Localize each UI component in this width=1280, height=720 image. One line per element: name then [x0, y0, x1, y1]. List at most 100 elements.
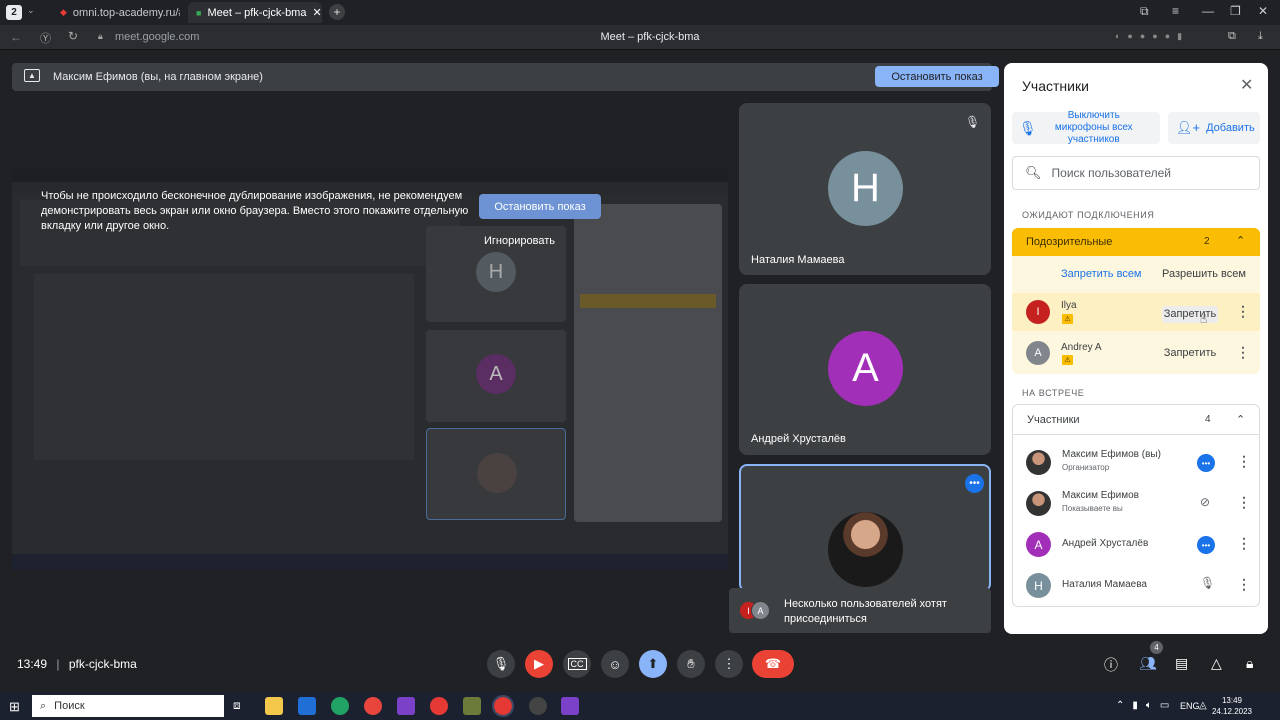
more-icon[interactable]: ⋮ [1237, 535, 1251, 552]
present-button[interactable]: ⬆︎ [639, 650, 667, 678]
deny-all-button[interactable]: Запретить всем [1061, 268, 1142, 280]
collections-icon[interactable]: ⧉ [1140, 4, 1149, 19]
avatar: Н [828, 151, 903, 226]
file-explorer-icon[interactable] [265, 697, 283, 715]
ignore-button[interactable]: Игнорировать [484, 235, 555, 247]
windows-start-icon[interactable]: ⊞ [9, 699, 20, 715]
leave-call-button[interactable]: ☎︎ [752, 650, 794, 678]
tab-omni[interactable]: ◆ omni.top-academy.ru/#/pr [52, 2, 188, 23]
more-options-icon[interactable]: ••• [965, 474, 984, 493]
captions-icon: CC [567, 658, 587, 670]
restore-icon[interactable]: ❐ [1230, 4, 1241, 18]
chevron-down-icon[interactable]: ⌄ [27, 5, 35, 16]
avatar: А [1026, 532, 1051, 557]
waiting-row: A Andrey A ⚠ Запретить ⋮ [1012, 334, 1260, 372]
search-icon: 🔍︎ [1025, 165, 1042, 180]
deny-button[interactable]: Запретить [1162, 306, 1218, 323]
tab-meet[interactable]: ■ Meet – pfk-cjck-bma ✕ [188, 2, 322, 23]
tray-icons[interactable]: ⌃▮🔈︎▭ [1116, 700, 1177, 711]
presentation-banner: ▲ Максим Ефимов (вы, на главном экране) … [12, 63, 999, 91]
chevron-up-icon[interactable]: ⌃ [1236, 234, 1245, 247]
mic-button[interactable]: 🎙︎ [487, 650, 515, 678]
activities-icon[interactable]: △ [1211, 655, 1222, 672]
deny-button[interactable]: Запретить [1162, 347, 1218, 359]
search-placeholder: Поиск пользователей [1051, 166, 1171, 180]
yandex-browser-icon[interactable] [430, 697, 448, 715]
warning-icon: ⚠ [1062, 314, 1073, 324]
meeting-code: pfk-cjck-bma [68, 657, 137, 671]
taskbar-clock[interactable]: 13:49 24.12.2023 [1202, 695, 1262, 717]
mute-all-label: Выключить микрофоны всех участников [1054, 110, 1133, 145]
search-input[interactable]: 🔍︎ Поиск пользователей [1012, 156, 1260, 190]
more-icon[interactable]: ⋮ [1237, 576, 1251, 593]
minimize-icon[interactable]: — [1202, 4, 1214, 18]
mic-off-icon: 🎙︎ [1200, 576, 1216, 590]
participants-header[interactable]: Участники 4 ⌃ [1013, 405, 1259, 435]
language-indicator[interactable]: ENG [1180, 701, 1200, 711]
emoji-icon: ☺ [608, 656, 622, 672]
join-request-toast[interactable]: I A Несколько пользователей хотят присое… [729, 588, 991, 633]
more-options-button[interactable]: ⋮ [715, 650, 743, 678]
menu-icon[interactable]: ≡ [1172, 4, 1179, 18]
meet-icon: ■ [196, 7, 202, 18]
download-icon[interactable]: ⤓ [1258, 30, 1263, 43]
add-people-button[interactable]: 👤︎+ Добавить [1168, 112, 1260, 144]
new-tab-icon[interactable]: + [329, 4, 345, 20]
edge-icon[interactable] [331, 697, 349, 715]
participant-tile[interactable]: А Андрей Хрусталёв [739, 284, 991, 455]
people-icon[interactable]: 👥︎ [1139, 655, 1157, 672]
emoji-button[interactable]: ☺ [601, 650, 629, 678]
captions-button[interactable]: CC [563, 650, 591, 678]
participant-name: Андрей Хрусталёв [1062, 538, 1149, 549]
task-view-icon[interactable]: ⧈ [233, 698, 241, 713]
tile-name: Наталия Мамаева [751, 254, 845, 266]
panel-title: Участники [1022, 78, 1089, 94]
close-tab-icon[interactable]: ✕ [312, 6, 321, 19]
camera-off-icon: ▶︎ [534, 656, 544, 671]
mic-off-icon: 🎙︎ [965, 115, 981, 129]
visual-studio-icon[interactable] [397, 697, 415, 715]
participant-row: Максим Ефимов Показываете вы ⊘ ⋮ [1013, 483, 1259, 523]
close-window-icon[interactable]: ✕ [1258, 4, 1268, 18]
camera-off-button[interactable]: ▶︎ [525, 650, 553, 678]
chat-icon[interactable]: ▤ [1175, 655, 1188, 672]
stop-presenting-button[interactable]: Остановить показ [875, 66, 999, 87]
cursor-icon: ☝︎ [1200, 312, 1208, 326]
speaking-indicator-icon: ••• [1197, 536, 1215, 554]
avatar-initial: Н [851, 166, 880, 210]
mic-off-icon: 🎙︎ [1019, 119, 1037, 136]
waiting-row: I Ilya ⚠ Запретить ☝︎ ⋮ [1012, 293, 1260, 331]
browser-tab-bar: 2 ⌄ ◆ omni.top-academy.ru/#/pr ■ Meet – … [0, 0, 1280, 25]
chrome-icon[interactable] [364, 697, 382, 715]
yandex-browser-active-icon[interactable] [492, 695, 514, 717]
waiting-section-header: ОЖИДАЮТ ПОДКЛЮЧЕНИЯ [1022, 210, 1155, 220]
allow-all-button[interactable]: Разрешить всем [1162, 268, 1246, 280]
nested-tile [426, 428, 566, 520]
more-icon[interactable]: ⋮ [1237, 494, 1251, 511]
info-icon[interactable]: ⓘ [1104, 655, 1118, 675]
host-controls-icon[interactable]: 🔒︎ [1246, 655, 1253, 672]
chevron-up-icon[interactable]: ⌃ [1236, 413, 1245, 426]
taskbar-search[interactable]: ⌕ Поиск [32, 695, 224, 717]
close-icon[interactable]: ✕ [1240, 75, 1253, 95]
explorer-icon[interactable] [298, 697, 316, 715]
speaking-indicator-icon: ••• [1197, 454, 1215, 472]
app-icon[interactable] [463, 697, 481, 715]
raise-hand-button[interactable]: ✋︎ [677, 650, 705, 678]
visual-studio-icon-2[interactable] [561, 697, 579, 715]
tabs-icon[interactable]: ⧉ [1228, 30, 1236, 43]
tab-label: Meet – pfk-cjck-bma [207, 6, 307, 19]
address-bar: ← Ⓨ ↻ 🔒︎ meet.google.com Meet – pfk-cjck… [0, 25, 1280, 50]
participant-tile[interactable]: 🎙︎ Н Наталия Мамаева [739, 103, 991, 275]
more-icon[interactable]: ⋮ [1236, 303, 1250, 320]
address-actions-icons[interactable]: ◐●●●●▮ [1115, 31, 1189, 42]
more-icon[interactable]: ⋮ [1236, 344, 1250, 361]
mute-all-button[interactable]: 🎙︎ Выключить микрофоны всех участников [1012, 110, 1160, 145]
obs-icon[interactable] [529, 697, 547, 715]
clock-time: 13:49 [1221, 696, 1243, 705]
tab-count-badge[interactable]: 2 [6, 5, 22, 20]
suspicious-header[interactable]: Подозрительные 2 ⌃ [1012, 228, 1260, 256]
overlay-stop-button[interactable]: Остановить показ [479, 194, 601, 219]
self-tile[interactable]: ••• [739, 464, 991, 592]
more-icon[interactable]: ⋮ [1237, 453, 1251, 470]
